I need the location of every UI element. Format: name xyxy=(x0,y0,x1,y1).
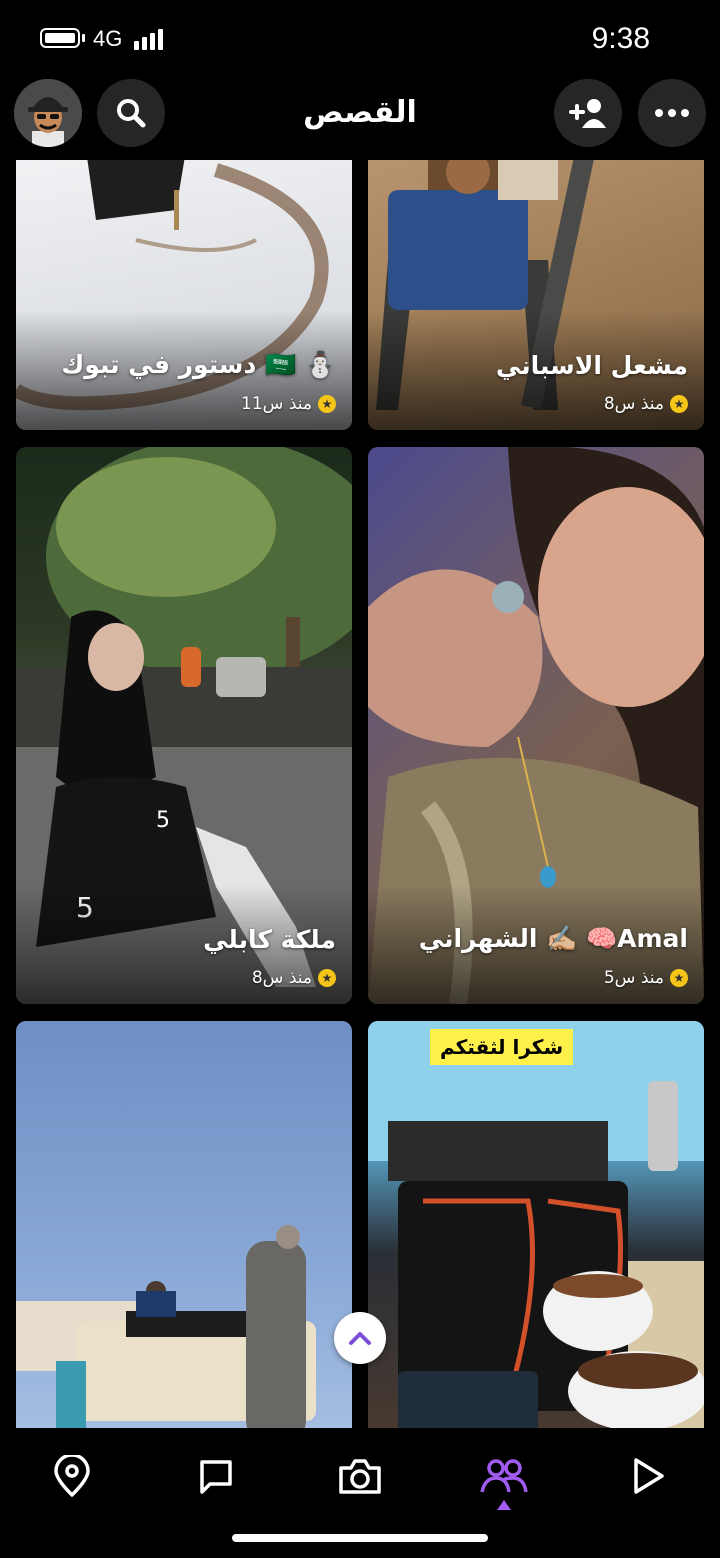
more-icon xyxy=(655,109,689,117)
stories-icon xyxy=(480,1459,528,1493)
nav-spotlight[interactable] xyxy=(618,1446,678,1506)
story-overlay-text: شكرا لثقتكم xyxy=(430,1029,574,1065)
story-thumbnail xyxy=(16,1225,316,1428)
nav-stories[interactable] xyxy=(474,1446,534,1506)
story-thumbnail xyxy=(368,1021,704,1428)
nav-chat[interactable] xyxy=(186,1446,246,1506)
story-meta: منذ س5 ★ xyxy=(604,968,688,988)
battery-icon xyxy=(40,28,80,48)
chat-icon xyxy=(200,1460,232,1494)
story-name: مشعل الاسباني xyxy=(495,351,688,380)
star-icon: ★ xyxy=(670,969,688,987)
story-name: دستور في تبوك 🇸🇦 ⛄ xyxy=(61,350,336,379)
map-icon xyxy=(54,1455,90,1497)
svg-text:5: 5 xyxy=(156,808,170,833)
star-icon: ★ xyxy=(670,395,688,413)
star-icon: ★ xyxy=(318,395,336,413)
nav-camera[interactable] xyxy=(330,1446,390,1506)
story-card[interactable]: دستور في تبوك 🇸🇦 ⛄ منذ س11 ★ xyxy=(16,160,352,430)
more-options-button[interactable] xyxy=(638,79,706,147)
header: القصص xyxy=(0,75,720,155)
add-friend-icon xyxy=(569,99,606,128)
network-label: 4G xyxy=(93,26,123,51)
story-meta: منذ س11 ★ xyxy=(241,394,336,414)
story-name: الشهراني ✍🏼 🧠Amal xyxy=(418,924,688,953)
story-meta: منذ س8 ★ xyxy=(252,968,336,988)
stories-grid: مشعل الاسباني منذ س8 ★ دستور في تبوك 🇸🇦 ⛄… xyxy=(0,160,720,1428)
spotlight-icon xyxy=(634,1458,664,1494)
home-indicator xyxy=(232,1534,488,1542)
active-indicator xyxy=(497,1500,511,1510)
star-icon: ★ xyxy=(318,969,336,987)
chevron-up-icon xyxy=(349,1332,371,1345)
story-name: ملكة كابلي xyxy=(203,925,336,954)
story-card[interactable]: الشهراني ✍🏼 🧠Amal منذ س5 ★ xyxy=(368,447,704,1004)
scroll-to-top-button[interactable] xyxy=(334,1312,386,1364)
bottom-nav xyxy=(0,1428,720,1558)
story-card[interactable]: مشعل الاسباني منذ س8 ★ xyxy=(368,160,704,430)
signal-icon xyxy=(134,28,168,50)
status-bar: 4G 9:38 xyxy=(0,0,720,80)
story-card[interactable]: 5 5 ملكة كابلي منذ س8★ xyxy=(16,447,352,1004)
clock: 9:38 xyxy=(591,22,650,55)
story-card[interactable] xyxy=(16,1021,352,1428)
story-meta: منذ س8 ★ xyxy=(604,394,688,414)
nav-map[interactable] xyxy=(42,1446,102,1506)
story-card[interactable]: شكرا لثقتكم xyxy=(368,1021,704,1428)
camera-icon xyxy=(339,1459,381,1494)
add-friend-button[interactable] xyxy=(554,79,622,147)
